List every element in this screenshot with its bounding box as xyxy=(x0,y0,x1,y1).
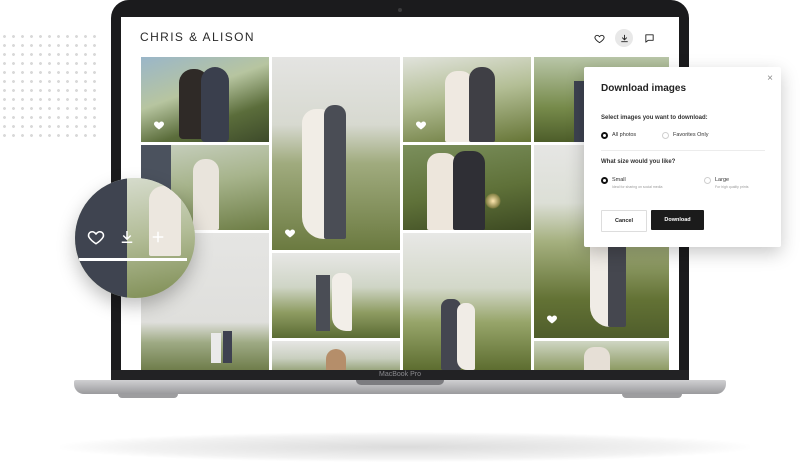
radio-icon[interactable] xyxy=(601,132,608,139)
option-small[interactable]: Small Ideal for sharing on social media xyxy=(601,177,662,189)
gallery-photo[interactable] xyxy=(272,57,400,250)
radio-icon[interactable] xyxy=(601,177,608,184)
option-label: Large xyxy=(715,177,730,183)
plus-icon[interactable] xyxy=(149,228,167,246)
download-button[interactable]: Download xyxy=(651,210,704,230)
option-all-photos[interactable]: All photos xyxy=(601,132,636,139)
option-large[interactable]: Large For high quality prints xyxy=(704,177,748,189)
select-question: Select images you want to download: xyxy=(601,115,708,121)
laptop-notch xyxy=(356,380,444,385)
brand-logo: CHRIS & ALISON xyxy=(140,30,255,44)
laptop-chin: MacBook Pro xyxy=(111,370,689,380)
heart-icon[interactable] xyxy=(546,313,558,325)
gallery-photo[interactable] xyxy=(141,57,269,142)
option-label: All photos xyxy=(612,132,637,138)
zoom-action-icons xyxy=(87,228,167,246)
size-question: What size would you like? xyxy=(601,159,676,165)
laptop-model-label: MacBook Pro xyxy=(378,371,422,378)
heart-icon[interactable] xyxy=(415,119,427,131)
favorite-heart-icon[interactable] xyxy=(591,30,607,46)
gallery-photo[interactable] xyxy=(272,253,400,338)
gallery-photo[interactable] xyxy=(534,341,669,370)
laptop-base xyxy=(74,380,726,394)
download-icon[interactable] xyxy=(118,228,136,246)
camera xyxy=(398,8,402,12)
option-description: For high quality prints xyxy=(715,185,749,189)
gallery-photo[interactable] xyxy=(403,233,531,370)
option-description: Ideal for sharing on social media xyxy=(612,185,663,189)
laptop-foot-left xyxy=(118,394,178,398)
zoom-magnifier xyxy=(75,178,195,298)
close-icon[interactable]: × xyxy=(767,73,773,84)
cancel-button[interactable]: Cancel xyxy=(601,210,647,232)
decorative-dot-grid xyxy=(0,32,100,137)
heart-icon[interactable] xyxy=(284,227,296,239)
option-label: Small xyxy=(612,177,626,183)
download-images-modal: × Download images Select images you want… xyxy=(584,67,781,247)
radio-icon[interactable] xyxy=(704,177,711,184)
gallery-photo[interactable] xyxy=(403,57,531,142)
header-actions xyxy=(591,29,657,47)
gallery-photo[interactable] xyxy=(272,341,400,370)
download-icon[interactable] xyxy=(615,29,633,47)
modal-divider xyxy=(601,150,765,151)
radio-icon[interactable] xyxy=(662,132,669,139)
heart-icon[interactable] xyxy=(87,228,105,246)
zoom-underline xyxy=(79,258,187,261)
comment-icon[interactable] xyxy=(641,30,657,46)
option-label: Favorites Only xyxy=(673,132,709,138)
gallery-photo[interactable] xyxy=(403,145,531,230)
option-favorites-only[interactable]: Favorites Only xyxy=(662,132,708,139)
heart-icon[interactable] xyxy=(153,119,165,131)
modal-title: Download images xyxy=(601,83,687,94)
laptop-foot-right xyxy=(622,394,682,398)
laptop-shadow xyxy=(60,432,750,462)
